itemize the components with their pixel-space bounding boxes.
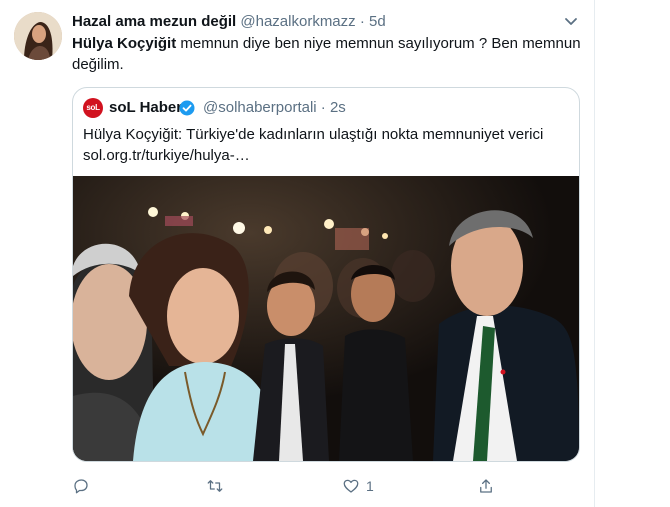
quoted-author-name: soL Haber <box>109 99 183 116</box>
separator-dot: · <box>320 99 326 116</box>
share-icon <box>480 479 492 493</box>
heart-icon <box>343 479 359 493</box>
tweet-header: Hazal ama mezun değil @hazalkorkmazz · 5… <box>72 12 582 32</box>
news-photo[interactable] <box>73 176 579 461</box>
quoted-headline: Hülya Koçyiğit: Türkiye'de kadınların ul… <box>83 126 544 143</box>
tweet-time[interactable]: 5d <box>369 13 386 30</box>
quoted-link: sol.org.tr/turkiye/hulya-… <box>83 147 250 164</box>
quoted-time: 2s <box>329 99 346 116</box>
quoted-author-logo: soL <box>83 98 103 118</box>
reply-icon <box>74 479 88 494</box>
like-count: 1 <box>366 478 374 494</box>
tweet-actions: 1 <box>72 474 582 498</box>
mention-name: Hülya Koçyiğit <box>72 35 177 52</box>
like-button[interactable]: 1 <box>342 474 374 498</box>
verified-badge-icon <box>179 100 195 116</box>
quoted-tweet[interactable]: soL soL Haber @solhaberportali · 2s Hüly… <box>72 87 580 462</box>
author-handle[interactable]: @hazalkorkmazz <box>240 13 355 30</box>
reply-button[interactable] <box>72 474 90 498</box>
retweet-button[interactable] <box>206 474 224 498</box>
share-button[interactable] <box>477 474 495 498</box>
tweet[interactable]: Hazal ama mezun değil @hazalkorkmazz · 5… <box>0 0 594 507</box>
tweet-text: Hülya Koçyiğit memnun diye ben niye memn… <box>72 33 582 75</box>
quoted-author-meta: @solhaberportali · 2s <box>203 98 346 118</box>
author-name[interactable]: Hazal ama mezun değil <box>72 13 236 30</box>
quoted-author-handle: @solhaberportali <box>203 99 317 116</box>
quoted-text: Hülya Koçyiğit: Türkiye'de kadınların ul… <box>83 124 569 166</box>
separator-dot: · <box>359 13 365 30</box>
chevron-down-icon[interactable] <box>562 12 580 30</box>
timeline-border <box>594 0 595 507</box>
retweet-icon <box>207 480 223 492</box>
author-avatar[interactable] <box>14 12 62 60</box>
